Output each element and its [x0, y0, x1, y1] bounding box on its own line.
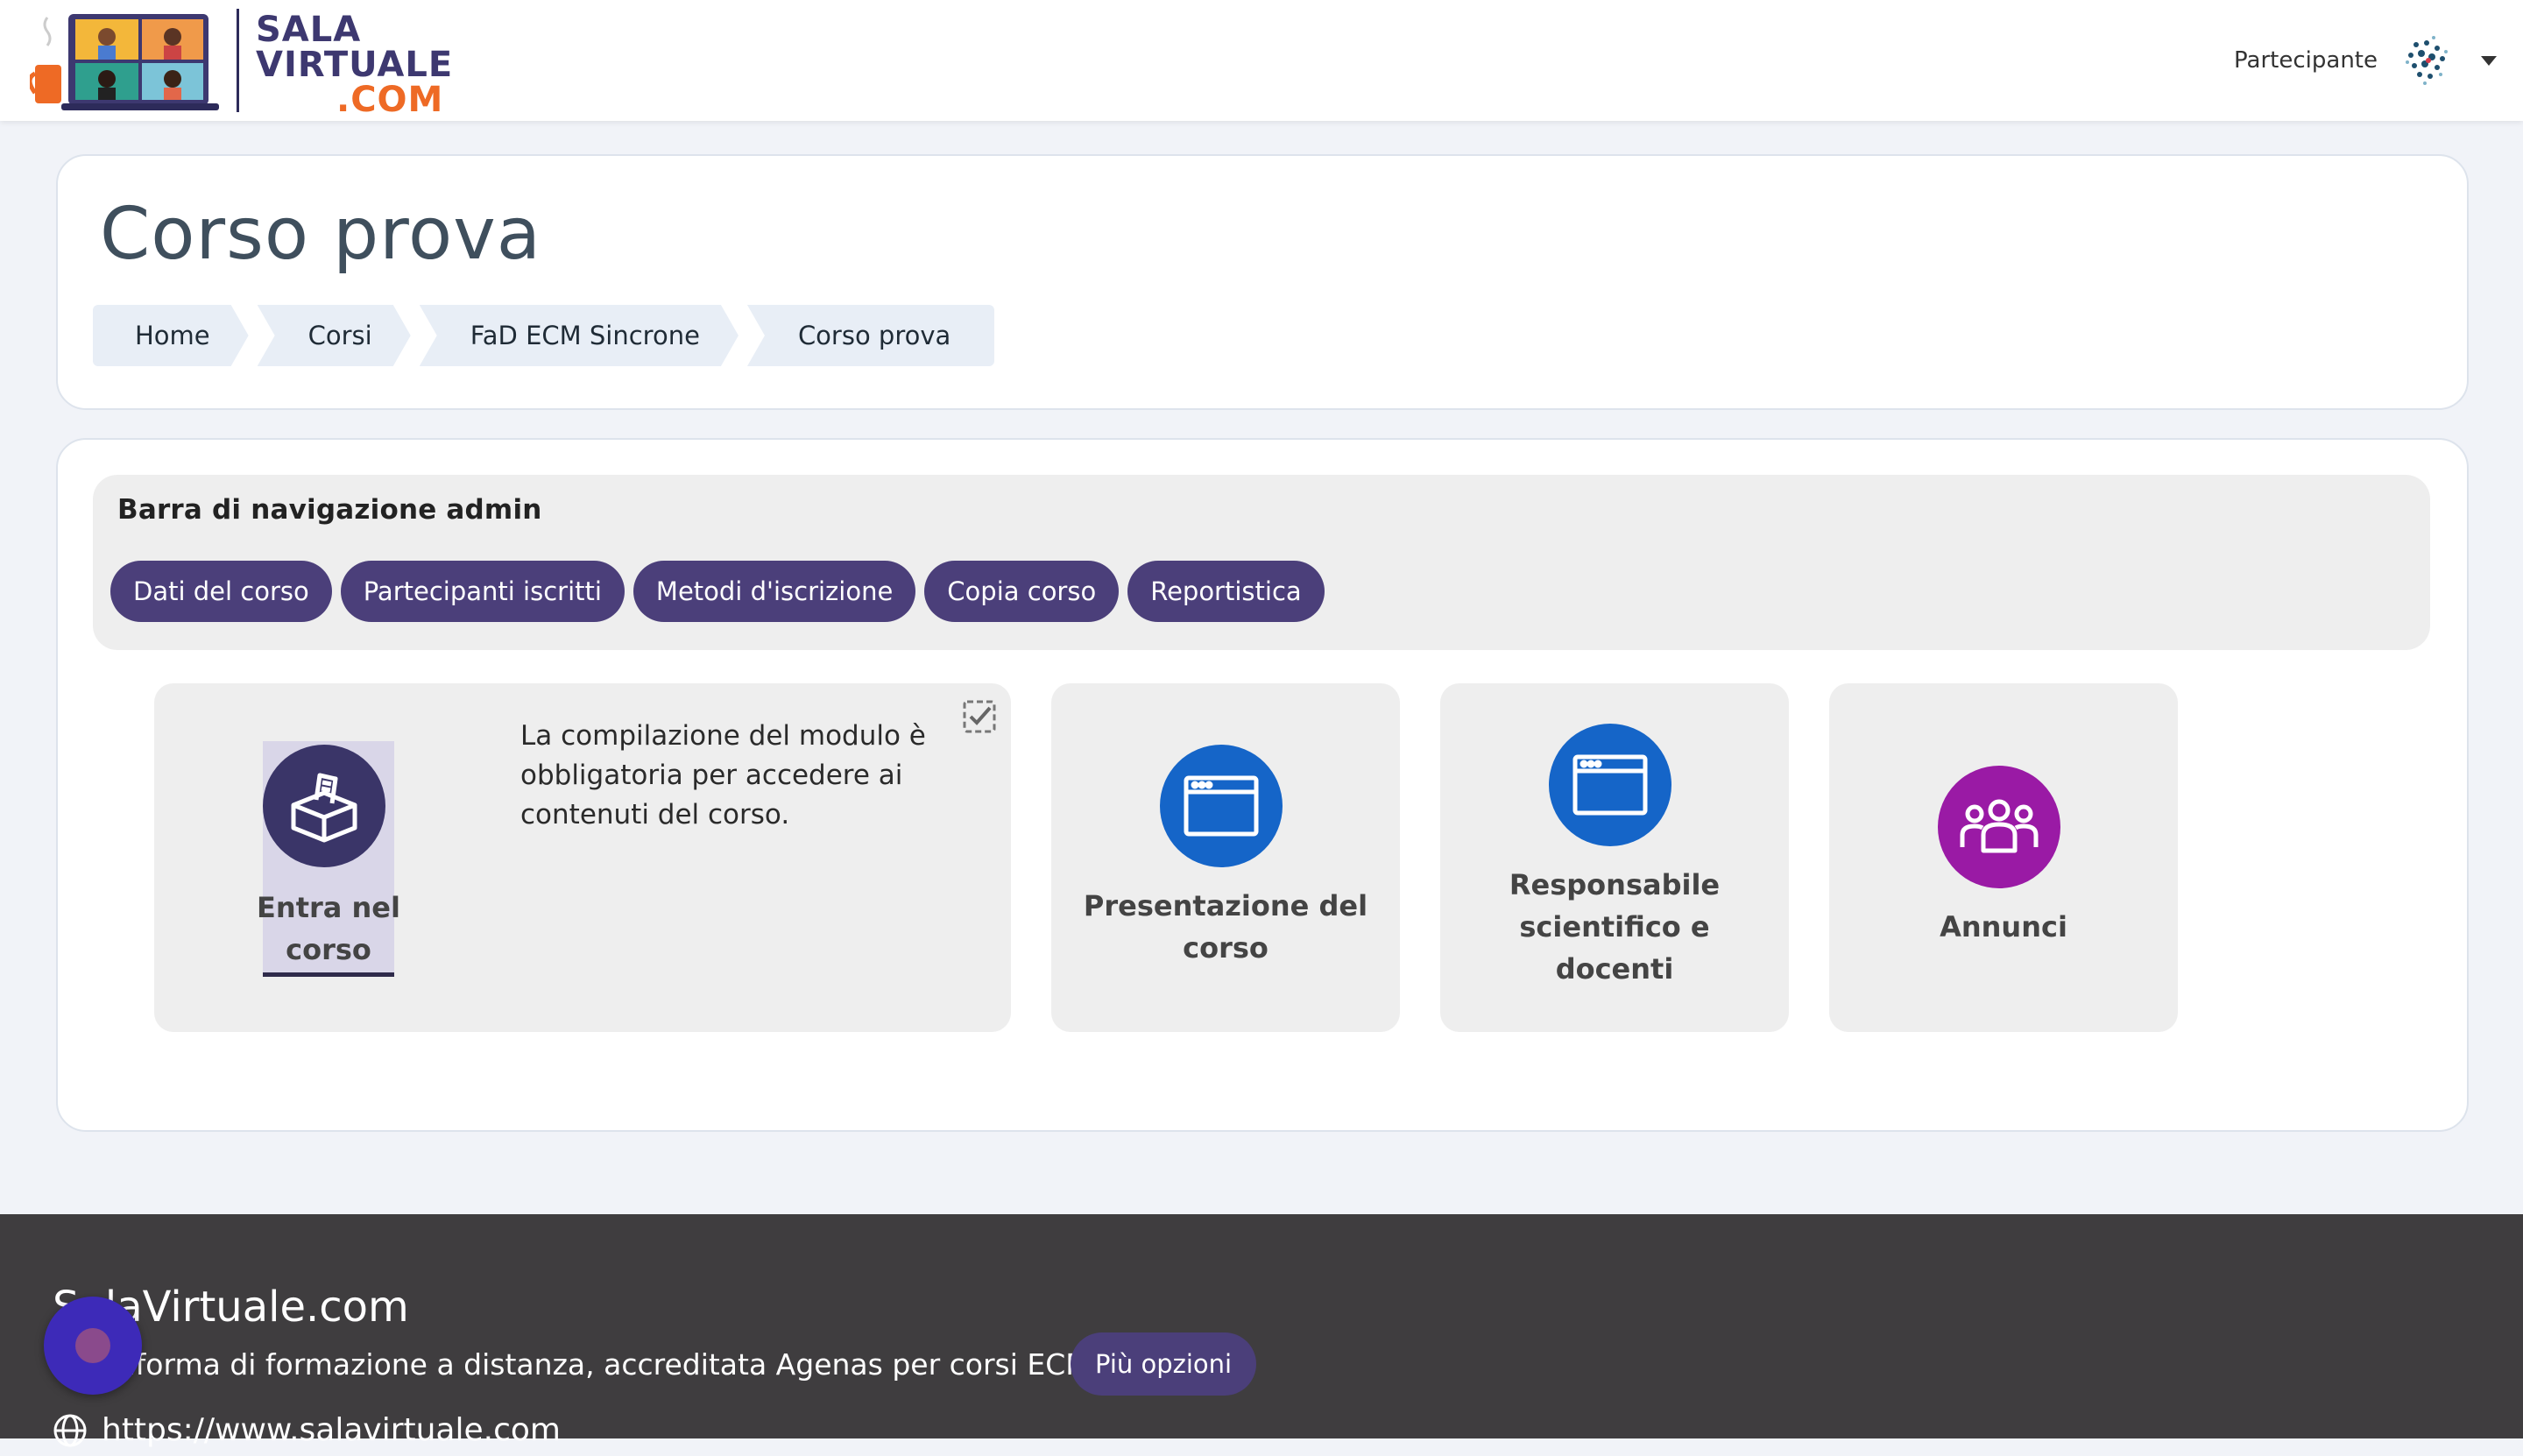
logo-wordmark[interactable]: SALA VIRTUALE .COM: [256, 12, 453, 117]
caret-down-icon[interactable]: [2481, 55, 2497, 66]
logo-image[interactable]: [27, 11, 231, 114]
copy-course-button[interactable]: Copia corso: [924, 561, 1120, 622]
breadcrumb-home[interactable]: Home: [93, 305, 249, 366]
footer-website[interactable]: https://www.salavirtuale.com: [53, 1412, 561, 1448]
breadcrumb-corsi[interactable]: Corsi: [258, 305, 411, 366]
browser-window-icon: [1160, 745, 1283, 867]
page-footer: SalaVirtuale.com Piattaforma di formazio…: [0, 1214, 2523, 1448]
users-group-icon: [1938, 766, 2060, 888]
reports-button[interactable]: Reportistica: [1127, 561, 1325, 622]
admin-navigation-bar: Barra di navigazione admin Dati del cors…: [93, 475, 2430, 650]
chat-widget-button[interactable]: [44, 1297, 142, 1395]
enrolled-participants-button[interactable]: Partecipanti iscritti: [340, 561, 625, 622]
chat-dot-icon: [75, 1328, 110, 1363]
enrolment-methods-button[interactable]: Metodi d'iscrizione: [633, 561, 916, 622]
course-data-button[interactable]: Dati del corso: [110, 561, 332, 622]
tile-announcements[interactable]: Annunci: [1829, 683, 2178, 1032]
breadcrumb: Home Corsi FaD ECM Sincrone Corso prova: [93, 305, 1003, 366]
admin-nav-title: Barra di navigazione admin: [117, 494, 542, 526]
logo-divider: [237, 9, 239, 112]
course-presentation-label: Presentazione del corso: [1083, 889, 1368, 965]
footer-url-text: https://www.salavirtuale.com: [102, 1412, 561, 1448]
footer-description: Piattaforma di formazione a distanza, ac…: [53, 1347, 1091, 1382]
enter-course-description: La compilazione del modulo è obbligatori…: [520, 720, 926, 830]
avatar-icon[interactable]: [2399, 32, 2455, 88]
logo-line-1: SALA: [256, 10, 362, 50]
tile-scientific-responsible[interactable]: Responsabile scientifico e docenti: [1440, 683, 1789, 1032]
announcements-label: Annunci: [1940, 910, 2067, 944]
user-menu[interactable]: Partecipante: [2234, 30, 2497, 91]
top-navbar: SALA VIRTUALE .COM Partecipante: [0, 0, 2523, 121]
breadcrumb-category[interactable]: FaD ECM Sincrone: [420, 305, 739, 366]
user-name: Partecipante: [2234, 47, 2378, 74]
browser-window-icon: [1549, 724, 1671, 846]
admin-nav-buttons: Dati del corso Partecipanti iscritti Met…: [110, 561, 1325, 622]
scientific-responsible-label: Responsabile scientifico e docenti: [1509, 868, 1721, 986]
breadcrumb-current: Corso prova: [746, 305, 995, 366]
tile-enter-course: Entra nel corso La compilazione del modu…: [154, 683, 1011, 1032]
enter-course-link[interactable]: Entra nel corso: [257, 741, 400, 977]
completion-checkbox-icon[interactable]: [962, 699, 997, 734]
tile-course-presentation[interactable]: Presentazione del corso: [1051, 683, 1400, 1032]
course-content: Barra di navigazione admin Dati del cors…: [56, 438, 2469, 1132]
globe-icon: [53, 1413, 88, 1448]
more-options-button[interactable]: Più opzioni: [1071, 1332, 1257, 1396]
ballot-box-icon: [263, 745, 385, 867]
page-header: Corso prova Home Corsi FaD ECM Sincrone …: [56, 154, 2469, 410]
page-title: Corso prova: [100, 193, 542, 276]
enter-course-label: Entra nel corso: [257, 891, 400, 966]
logo-line-2: VIRTUALE: [256, 45, 454, 85]
logo-line-3: .COM: [336, 80, 444, 120]
